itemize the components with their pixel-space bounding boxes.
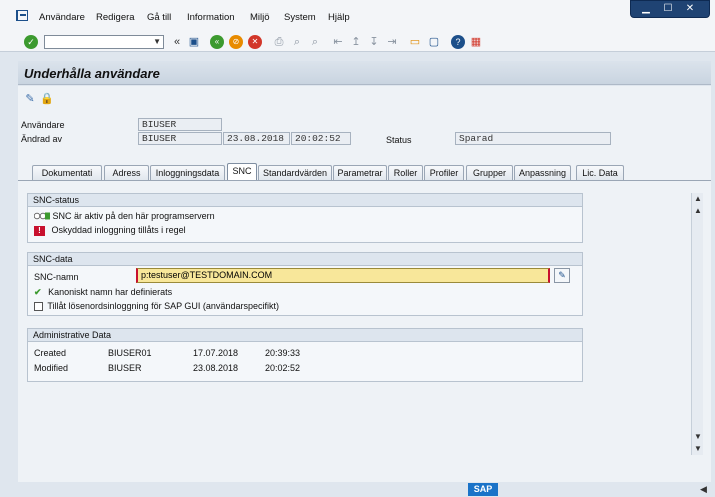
snc-unsecured-text: Oskyddad inloggning tillåts i regel — [51, 225, 186, 235]
scroll-bottom-icon[interactable]: ▼ — [692, 431, 704, 443]
system-toolbar: ✓ ▼ « ▣ « ⊘ ✕ ⎙ ⌕ ⌕ ⇤ ↥ ↧ ⇥ ▭ ▢ ? ▦ — [0, 32, 715, 52]
allow-password-row: Tillåt lösenordsinloggning för SAP GUI (… — [34, 301, 279, 312]
traffic-light-icon — [33, 212, 50, 222]
prev-page-icon[interactable]: ↥ — [349, 35, 363, 49]
title-bar: Underhålla användare — [18, 61, 711, 85]
exit-icon[interactable]: ⊘ — [229, 35, 243, 49]
last-page-icon[interactable]: ⇥ — [385, 35, 399, 49]
snc-active-text: SNC är aktiv på den här programservern — [52, 211, 215, 221]
snc-unsecured-row: ! Oskyddad inloggning tillåts i regel — [34, 225, 186, 236]
changed-by-label: Ändrad av — [21, 134, 63, 144]
chevron-down-icon[interactable]: ▼ — [153, 37, 161, 46]
user-field[interactable]: BIUSER — [138, 118, 222, 131]
ok-icon[interactable]: ✓ — [24, 35, 38, 49]
menu-miljo[interactable]: Miljö — [250, 12, 270, 23]
error-icon: ! — [34, 226, 45, 236]
tab-anpassning[interactable]: Anpassning — [514, 165, 571, 180]
tab-roller[interactable]: Roller — [388, 165, 423, 180]
scroll-up-icon[interactable]: ▲ — [692, 193, 704, 205]
first-page-icon[interactable]: ⇤ — [331, 35, 345, 49]
snc-active-row: SNC är aktiv på den här programservern — [33, 211, 215, 222]
modified-date: 23.08.2018 — [193, 363, 239, 373]
allow-password-checkbox[interactable] — [34, 302, 43, 312]
application-toolbar: ✎ 🔒 — [18, 86, 711, 112]
tab-inloggningsdata[interactable]: Inloggningsdata — [150, 165, 225, 180]
minimize-icon[interactable]: ▁ — [639, 3, 653, 14]
shortcut-icon[interactable]: ▢ — [427, 35, 441, 49]
tab-lic-data[interactable]: Lic. Data — [576, 165, 624, 180]
find-icon[interactable]: ⌕ — [290, 35, 304, 49]
snc-data-group: SNC-data SNC-namn p:testuser@TESTDOMAIN.… — [27, 252, 583, 316]
changed-time-field[interactable]: 20:02:52 — [291, 132, 351, 145]
cancel-icon[interactable]: ✕ — [248, 35, 262, 49]
window-controls: ▁ ☐ ✕ — [630, 0, 710, 18]
layout-icon[interactable]: ▦ — [469, 35, 483, 49]
menu-hjalp[interactable]: Hjälp — [328, 12, 350, 23]
print-icon[interactable]: ⎙ — [272, 35, 286, 49]
status-field[interactable]: Sparad — [455, 132, 611, 145]
canonical-text: Kanoniskt namn har definierats — [48, 287, 173, 297]
status-bar: ◀ — [0, 482, 715, 497]
snc-name-label: SNC-namn — [34, 272, 79, 282]
lock-icon[interactable]: 🔒 — [40, 92, 54, 106]
display-change-icon[interactable]: ✎ — [23, 92, 37, 106]
changed-date-field[interactable]: 23.08.2018 — [223, 132, 290, 145]
tab-parametrar[interactable]: Parametrar — [333, 165, 387, 180]
created-user: BIUSER01 — [108, 348, 152, 358]
menu-anvandare[interactable]: Användare — [39, 12, 85, 23]
tab-strip: Dokumentati Adress Inloggningsdata SNC S… — [18, 162, 711, 180]
tab-content: SNC-status SNC är aktiv på den här progr… — [18, 180, 711, 482]
back-icon[interactable]: « — [210, 35, 224, 49]
vertical-scrollbar[interactable]: ▲ ▲ ▼ ▼ — [691, 193, 703, 455]
scroll-top-icon[interactable]: ▲ — [692, 205, 704, 217]
tab-standardvarden[interactable]: Standardvärden — [258, 165, 332, 180]
sap-logo: SAP — [468, 483, 498, 496]
maximize-icon[interactable]: ☐ — [661, 3, 675, 14]
created-time: 20:39:33 — [265, 348, 301, 358]
help-icon[interactable]: ? — [451, 35, 465, 49]
new-session-icon[interactable]: ▭ — [408, 35, 422, 49]
status-label: Status — [386, 135, 412, 145]
modified-label: Modified — [34, 363, 69, 373]
snc-name-input[interactable]: p:testuser@TESTDOMAIN.COM — [136, 268, 550, 283]
scroll-down-icon[interactable]: ▼ — [692, 443, 704, 455]
command-field[interactable]: ▼ — [44, 35, 164, 49]
menu-system[interactable]: System — [284, 12, 316, 23]
menu-information[interactable]: Information — [187, 12, 235, 23]
menu-redigera[interactable]: Redigera — [96, 12, 135, 23]
modified-time: 20:02:52 — [265, 363, 301, 373]
modified-user: BIUSER — [108, 363, 142, 373]
close-icon[interactable]: ✕ — [683, 3, 697, 14]
canonical-row: ✔ Kanoniskt namn har definierats — [34, 287, 172, 298]
page-title: Underhålla användare — [24, 66, 160, 81]
allow-password-label: Tillåt lösenordsinloggning för SAP GUI (… — [47, 301, 279, 311]
tab-profiler[interactable]: Profiler — [424, 165, 464, 180]
header-fields: Användare BIUSER Ändrad av BIUSER 23.08.… — [18, 112, 711, 162]
changed-by-field[interactable]: BIUSER — [138, 132, 222, 145]
admin-data-group: Administrative Data Created BIUSER01 17.… — [27, 328, 583, 382]
created-label: Created — [34, 348, 67, 358]
snc-status-title: SNC-status — [28, 194, 582, 207]
find-next-icon[interactable]: ⌕ — [308, 35, 322, 49]
pencil-icon[interactable]: ✎ — [554, 268, 570, 283]
save-icon[interactable]: ▣ — [187, 35, 201, 49]
created-date: 17.07.2018 — [193, 348, 239, 358]
snc-data-title: SNC-data — [28, 253, 582, 266]
next-page-icon[interactable]: ↧ — [367, 35, 381, 49]
app-menu-icon[interactable] — [16, 10, 28, 21]
admin-data-title: Administrative Data — [28, 329, 582, 342]
tab-snc[interactable]: SNC — [227, 163, 257, 180]
checkmark-icon: ✔ — [34, 287, 42, 297]
collapse-icon[interactable]: « — [170, 35, 184, 49]
tab-dokumentation[interactable]: Dokumentati — [32, 165, 102, 180]
user-label: Användare — [21, 120, 65, 130]
menu-ga-till[interactable]: Gå till — [147, 12, 171, 23]
tab-grupper[interactable]: Grupper — [466, 165, 513, 180]
menu-bar: Användare Redigera Gå till Information M… — [0, 0, 715, 32]
snc-status-group: SNC-status SNC är aktiv på den här progr… — [27, 193, 583, 243]
tab-adress[interactable]: Adress — [104, 165, 149, 180]
status-bar-toggle-icon[interactable]: ◀ — [700, 484, 707, 495]
